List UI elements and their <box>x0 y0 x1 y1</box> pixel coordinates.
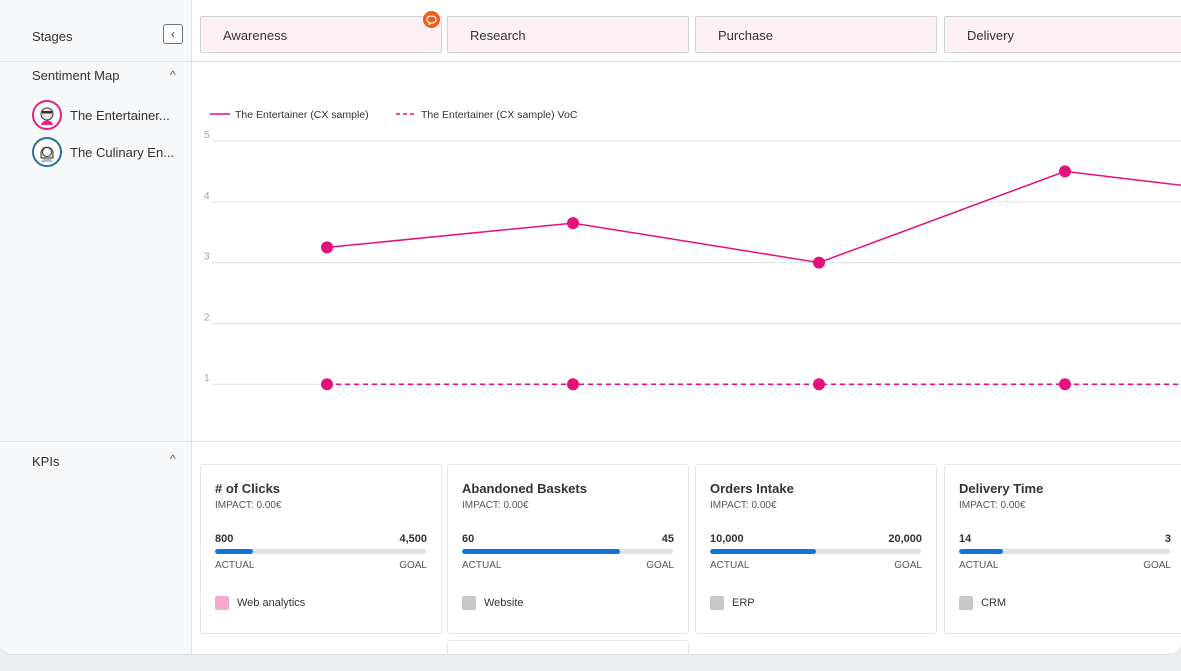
kpi-goal-value: 45 <box>661 533 674 545</box>
kpi-progress-fill <box>959 549 1004 554</box>
source-swatch <box>215 596 229 610</box>
stage-research[interactable]: Research <box>447 16 689 53</box>
persona-name: The Culinary En... <box>70 144 175 160</box>
persona-entertainer[interactable]: The Entertainer... <box>32 99 182 131</box>
kpi-progress-bar <box>710 549 921 554</box>
persona-culinary[interactable]: The Culinary En... <box>32 136 182 168</box>
stage-delivery[interactable]: Delivery <box>944 16 1181 53</box>
kpi-goal-label: GOAL <box>894 560 922 571</box>
source-swatch <box>462 596 476 610</box>
kpi-card[interactable]: # of Clicks IMPACT: 0.00€ 800 4,500 ACTU… <box>200 464 442 634</box>
kpi-actual-label: ACTUAL <box>462 560 502 571</box>
kpi-actual-label: ACTUAL <box>215 560 255 571</box>
collapse-sidebar-button[interactable]: ‹ <box>163 24 183 44</box>
kpi-card-partial <box>447 640 689 654</box>
series-line <box>326 170 1181 264</box>
kpi-progress-fill <box>215 549 253 554</box>
kpi-goal-value: 3 <box>1164 533 1171 545</box>
stage-label: Purchase <box>718 28 773 43</box>
y-tick-label: 4 <box>204 191 210 202</box>
kpi-goal-label: GOAL <box>399 560 427 571</box>
kpi-goal-label: GOAL <box>646 560 674 571</box>
kpi-progress-fill <box>462 549 621 554</box>
kpi-source: Web analytics <box>215 596 305 610</box>
kpi-goal-value: 20,000 <box>888 533 922 545</box>
collapse-kpis-caret-icon[interactable]: ^ <box>170 452 176 466</box>
source-swatch <box>710 596 724 610</box>
kpi-source-label: Website <box>484 597 524 609</box>
data-point <box>321 378 333 391</box>
data-point <box>813 378 825 391</box>
kpi-impact: IMPACT: 0.00€ <box>462 500 529 511</box>
stage-label: Awareness <box>223 28 288 43</box>
kpi-divider <box>0 441 1181 442</box>
sentiment-chart: 1 2 3 4 5 The Entertainer (CX sample) The Ente… <box>192 62 1181 441</box>
avatar <box>32 100 62 130</box>
stages-label: Stages <box>32 29 73 44</box>
kpi-source-label: ERP <box>732 597 755 609</box>
kpi-goal-value: 4,500 <box>399 533 427 545</box>
data-point <box>813 256 825 269</box>
kpi-card[interactable]: Abandoned Baskets IMPACT: 0.00€ 60 45 AC… <box>447 464 689 634</box>
kpi-title: Abandoned Baskets <box>462 481 587 496</box>
kpi-source-label: Web analytics <box>237 597 306 609</box>
kpi-impact: IMPACT: 0.00€ <box>959 500 1026 511</box>
kpi-title: Orders Intake <box>710 481 794 496</box>
kpi-progress-bar <box>215 549 426 554</box>
stage-awareness[interactable]: Awareness <box>200 16 442 53</box>
kpi-source-label: CRM <box>981 597 1007 609</box>
stages-row: Stages ‹ Awareness Research Purchase Del… <box>0 0 1181 62</box>
kpi-card[interactable]: Delivery Time IMPACT: 0.00€ 14 3 ACTUAL … <box>944 464 1181 634</box>
avatar <box>32 137 62 167</box>
kpi-source: ERP <box>710 596 755 610</box>
source-swatch <box>959 596 973 610</box>
kpi-actual-label: ACTUAL <box>710 560 750 571</box>
journey-map-panel: Stages ‹ Awareness Research Purchase Del… <box>0 0 1181 655</box>
y-tick-label: 3 <box>204 252 210 263</box>
persona-face-icon <box>40 146 54 162</box>
stage-label: Delivery <box>967 28 1014 43</box>
kpi-progress-bar <box>462 549 673 554</box>
kpi-actual-label: ACTUAL <box>959 560 999 571</box>
kpi-goal-label: GOAL <box>1143 560 1171 571</box>
y-tick-label: 5 <box>204 130 210 141</box>
kpi-progress-fill <box>710 549 816 554</box>
data-point <box>567 217 579 230</box>
legend-label: The Entertainer (CX sample) VoC <box>421 109 578 121</box>
kpi-actual-value: 60 <box>462 533 475 545</box>
kpi-impact: IMPACT: 0.00€ <box>710 500 777 511</box>
kpi-actual-value: 14 <box>959 533 972 545</box>
persona-face-icon <box>40 107 54 125</box>
sentiment-map-title: Sentiment Map <box>32 68 120 83</box>
kpi-title: # of Clicks <box>215 481 281 496</box>
kpi-source: CRM <box>959 596 1006 610</box>
y-tick-label: 2 <box>204 312 210 323</box>
legend-label: The Entertainer (CX sample) <box>235 109 369 121</box>
stage-label: Research <box>470 28 526 43</box>
persona-name: The Entertainer... <box>70 107 170 123</box>
data-point <box>1059 165 1071 178</box>
collapse-sentiment-caret-icon[interactable]: ^ <box>170 68 176 82</box>
data-point <box>567 378 579 391</box>
stage-purchase[interactable]: Purchase <box>695 16 937 53</box>
kpi-actual-value: 800 <box>215 533 234 545</box>
kpi-actual-value: 10,000 <box>710 533 744 545</box>
kpi-title: Delivery Time <box>959 481 1044 496</box>
comment-icon[interactable] <box>423 11 440 28</box>
kpi-progress-bar <box>959 549 1170 554</box>
kpi-card[interactable]: Orders Intake IMPACT: 0.00€ 10,000 20,00… <box>695 464 937 634</box>
data-point <box>1059 378 1071 391</box>
sentiment-line-chart: 1 2 3 4 5 The Entertainer (CX sample) The Ente… <box>204 109 1181 391</box>
data-point <box>321 241 333 254</box>
kpis-title: KPIs <box>32 454 60 469</box>
chevron-left-icon: ‹ <box>171 27 175 41</box>
kpi-source: Website <box>462 596 524 610</box>
kpi-impact: IMPACT: 0.00€ <box>215 500 282 511</box>
y-tick-label: 1 <box>204 373 210 384</box>
